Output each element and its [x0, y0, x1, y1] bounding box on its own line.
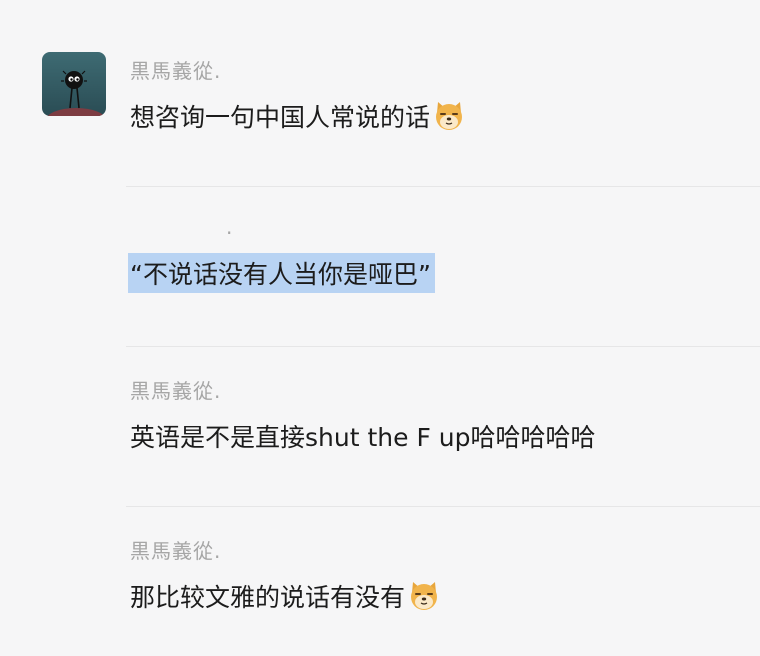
- message-divider: [126, 186, 760, 187]
- sender-name: .: [130, 215, 760, 239]
- message-1[interactable]: 黒馬義從. 想咨询一句中国人常说的话: [130, 55, 760, 134]
- avatar[interactable]: [42, 52, 106, 116]
- sender-name: 黒馬義從.: [130, 539, 222, 563]
- message-2[interactable]: . “不说话没有人当你是哑巴”: [128, 215, 760, 293]
- sender-name: 黒馬義從.: [130, 379, 222, 403]
- message-3[interactable]: 黒馬義從. 英语是不是直接shut the F up哈哈哈哈哈: [130, 375, 760, 454]
- selected-message-text[interactable]: “不说话没有人当你是哑巴”: [128, 253, 435, 293]
- message-text-row: 想咨询一句中国人常说的话: [130, 98, 760, 134]
- message-text-row: 那比较文雅的说话有没有: [130, 578, 760, 614]
- avatar-image: [42, 52, 106, 116]
- message-text: 那比较文雅的说话有没有: [130, 583, 406, 612]
- message-text-row: 英语是不是直接shut the F up哈哈哈哈哈: [130, 418, 760, 454]
- doge-emoji-icon: [436, 102, 463, 130]
- message-divider: [126, 506, 760, 507]
- message-text-row: “不说话没有人当你是哑巴”: [128, 253, 760, 293]
- doge-emoji-icon: [411, 582, 438, 610]
- sender-name-text: .: [226, 215, 234, 239]
- sender-name: 黒馬義從.: [130, 59, 222, 83]
- message-text: 想咨询一句中国人常说的话: [130, 103, 431, 132]
- message-divider: [126, 346, 760, 347]
- message-text: 英语是不是直接shut the F up哈哈哈哈哈: [130, 423, 596, 452]
- message-4[interactable]: 黒馬義從. 那比较文雅的说话有没有: [130, 535, 760, 614]
